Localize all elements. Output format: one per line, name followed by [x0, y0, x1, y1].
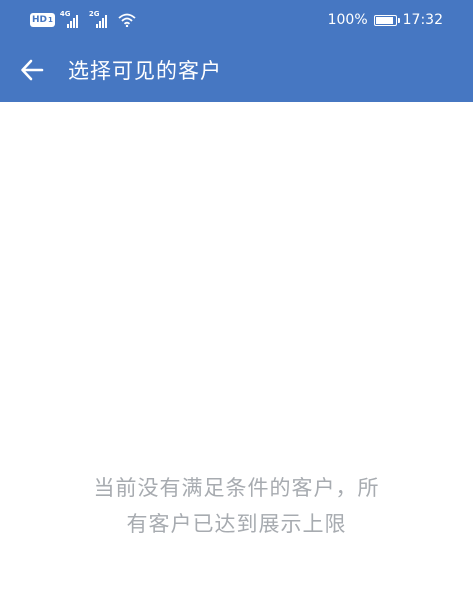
- hd-label: HD: [32, 15, 48, 25]
- empty-state-message: 当前没有满足条件的客户，所 有客户已达到展示上限: [60, 470, 413, 542]
- signal-icon: 4G: [60, 10, 84, 28]
- status-right-group: 100% 17:32: [328, 10, 443, 30]
- screen: HD 1 4G 2G 100% 17:32 选择可见的客户 当前没有满足条件的客…: [0, 0, 473, 613]
- empty-state-line-1: 当前没有满足条件的客户，所: [93, 476, 380, 500]
- signal-icon: 2G: [89, 10, 113, 28]
- wifi-icon: [118, 13, 136, 27]
- status-left-group: HD 1 4G 2G: [30, 10, 136, 30]
- signal-bars: [95, 15, 107, 28]
- signal-bars: [66, 15, 78, 28]
- battery-fill: [375, 16, 393, 24]
- hd-volte-icon: HD 1: [30, 13, 55, 27]
- battery-percent: 100%: [327, 12, 368, 28]
- clock-time: 17:32: [402, 12, 443, 28]
- page-title: 选择可见的客户: [68, 59, 222, 83]
- app-header: HD 1 4G 2G 100% 17:32 选择可见的客户: [0, 0, 473, 102]
- arrow-left-icon: [21, 59, 44, 81]
- battery-icon: [373, 14, 400, 26]
- empty-state-line-2: 有客户已达到展示上限: [126, 512, 347, 536]
- back-button[interactable]: [12, 50, 52, 90]
- hd-sub-label: 1: [48, 16, 53, 24]
- status-bar: HD 1 4G 2G 100% 17:32: [0, 0, 473, 38]
